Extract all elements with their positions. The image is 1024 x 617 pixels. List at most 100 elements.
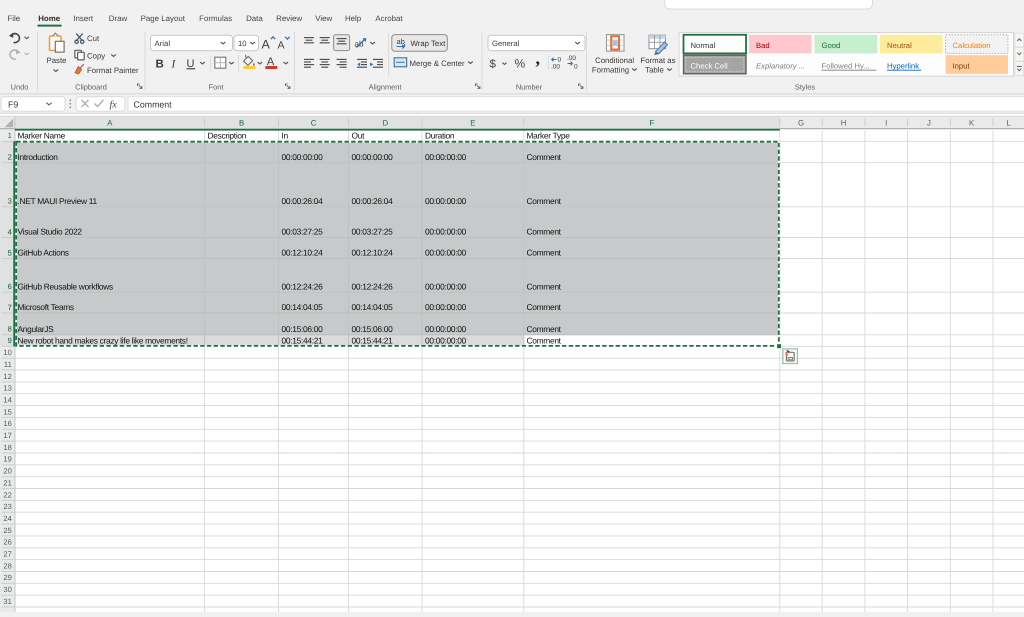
svg-text:Explanatory ...: Explanatory ... (756, 61, 805, 70)
svg-text:Neutral: Neutral (887, 41, 912, 50)
svg-text:Comment: Comment (527, 302, 562, 312)
svg-text:L: L (1006, 119, 1011, 128)
svg-text:7: 7 (8, 303, 12, 312)
svg-text:30: 30 (3, 585, 11, 594)
svg-text:9: 9 (8, 336, 12, 345)
svg-text:Clipboard: Clipboard (75, 83, 107, 92)
svg-text:Comment: Comment (527, 196, 562, 206)
svg-text:12: 12 (3, 372, 11, 381)
svg-text:00:15:44:21: 00:15:44:21 (282, 335, 324, 345)
svg-text:00:15:44:21: 00:15:44:21 (352, 335, 394, 345)
svg-text:Duration: Duration (425, 130, 455, 140)
svg-text:A: A (278, 39, 285, 51)
svg-text:00:12:10:24: 00:12:10:24 (352, 248, 394, 258)
svg-text:Marker Name: Marker Name (18, 130, 66, 140)
svg-text:10: 10 (238, 39, 247, 48)
svg-text:0: 0 (574, 64, 578, 71)
svg-text:Comment: Comment (527, 281, 562, 291)
svg-text:00:00:00:00: 00:00:00:00 (425, 248, 467, 258)
svg-text:B: B (239, 119, 244, 128)
svg-text:00:12:10:24: 00:12:10:24 (282, 248, 324, 258)
svg-text:25: 25 (3, 526, 11, 535)
svg-text:15: 15 (3, 407, 11, 416)
svg-text:00:14:04:05: 00:14:04:05 (352, 302, 394, 312)
svg-text:H: H (841, 119, 847, 128)
svg-text:Undo: Undo (11, 83, 29, 92)
svg-text:00:03:27:25: 00:03:27:25 (352, 227, 394, 237)
svg-text:8: 8 (8, 325, 12, 334)
svg-text:ab: ab (397, 37, 405, 46)
svg-text:U: U (187, 58, 195, 70)
svg-text:I: I (885, 119, 887, 128)
svg-text:Paste: Paste (47, 56, 67, 65)
svg-text:Formatting: Formatting (592, 65, 629, 74)
svg-text:Formulas: Formulas (199, 14, 232, 23)
svg-text:00:00:26:04: 00:00:26:04 (282, 196, 324, 206)
svg-text:11: 11 (4, 360, 12, 369)
svg-text:6: 6 (8, 282, 12, 291)
svg-text:Data: Data (246, 14, 263, 23)
svg-text:.NET MAUI Preview 11: .NET MAUI Preview 11 (18, 196, 98, 206)
svg-text:Merge & Center: Merge & Center (410, 59, 465, 68)
svg-text:00:00:00:00: 00:00:00:00 (352, 152, 394, 162)
svg-text:14: 14 (3, 396, 11, 405)
svg-text:fx: fx (110, 100, 118, 111)
svg-text:31: 31 (3, 597, 11, 606)
svg-text:Styles: Styles (795, 83, 815, 92)
svg-text:Cut: Cut (87, 34, 100, 43)
svg-text:Good: Good (822, 41, 841, 50)
svg-text:Comment: Comment (527, 324, 562, 334)
svg-text:22: 22 (3, 490, 11, 499)
svg-text:Arial: Arial (155, 39, 171, 48)
svg-text:19: 19 (3, 455, 11, 464)
svg-text:Home: Home (38, 14, 61, 23)
svg-text:13: 13 (3, 384, 11, 393)
svg-text:E: E (470, 119, 475, 128)
svg-text:Number: Number (516, 83, 543, 92)
svg-text:G: G (798, 119, 804, 128)
svg-text:Alignment: Alignment (369, 83, 402, 92)
svg-text:Bad: Bad (756, 41, 770, 50)
svg-text:Comment: Comment (527, 152, 562, 162)
svg-text:00:00:00:00: 00:00:00:00 (425, 227, 467, 237)
svg-text:Draw: Draw (109, 14, 128, 23)
svg-text:AngularJS: AngularJS (18, 324, 55, 334)
svg-text:Comment: Comment (134, 99, 173, 109)
svg-text:2: 2 (8, 153, 12, 162)
svg-text:28: 28 (3, 561, 11, 570)
svg-text:00:00:00:00: 00:00:00:00 (425, 302, 467, 312)
svg-text:Marker Type: Marker Type (527, 130, 571, 140)
svg-text:Copy: Copy (87, 52, 105, 61)
svg-text:Format Painter: Format Painter (87, 66, 139, 75)
svg-text:Description: Description (208, 130, 247, 140)
svg-text:GitHub Reusable workflows: GitHub Reusable workflows (18, 281, 113, 291)
svg-text:.00: .00 (567, 55, 576, 62)
svg-text:,: , (536, 48, 541, 68)
svg-text:A: A (262, 37, 271, 51)
svg-text:Table: Table (645, 65, 664, 74)
svg-text:26: 26 (3, 538, 11, 547)
svg-text:Review: Review (276, 14, 302, 23)
svg-text:23: 23 (3, 502, 11, 511)
svg-text:F9: F9 (8, 99, 18, 109)
svg-text:Font: Font (209, 83, 224, 92)
svg-text:Format as: Format as (640, 56, 675, 65)
svg-text:$: $ (490, 59, 497, 71)
svg-text:Help: Help (345, 14, 362, 23)
svg-text:16: 16 (3, 419, 11, 428)
svg-text:Comment: Comment (527, 335, 562, 345)
svg-text:00:00:00:00: 00:00:00:00 (425, 152, 467, 162)
svg-text:Out: Out (352, 130, 366, 140)
svg-text:Page Layout: Page Layout (141, 14, 186, 23)
svg-text:00:15:06:00: 00:15:06:00 (282, 324, 324, 334)
svg-text:00:12:24:26: 00:12:24:26 (352, 281, 394, 291)
svg-text:C: C (311, 119, 317, 128)
svg-text:Visual Studio 2022: Visual Studio 2022 (18, 227, 83, 237)
svg-text:00:00:00:00: 00:00:00:00 (425, 281, 467, 291)
svg-text:18: 18 (3, 443, 11, 452)
svg-text:View: View (315, 14, 332, 23)
svg-text:F: F (649, 119, 654, 128)
svg-text:00:00:00:00: 00:00:00:00 (425, 335, 467, 345)
svg-text:00:00:00:00: 00:00:00:00 (425, 196, 467, 206)
svg-text:Wrap Text: Wrap Text (411, 39, 447, 48)
